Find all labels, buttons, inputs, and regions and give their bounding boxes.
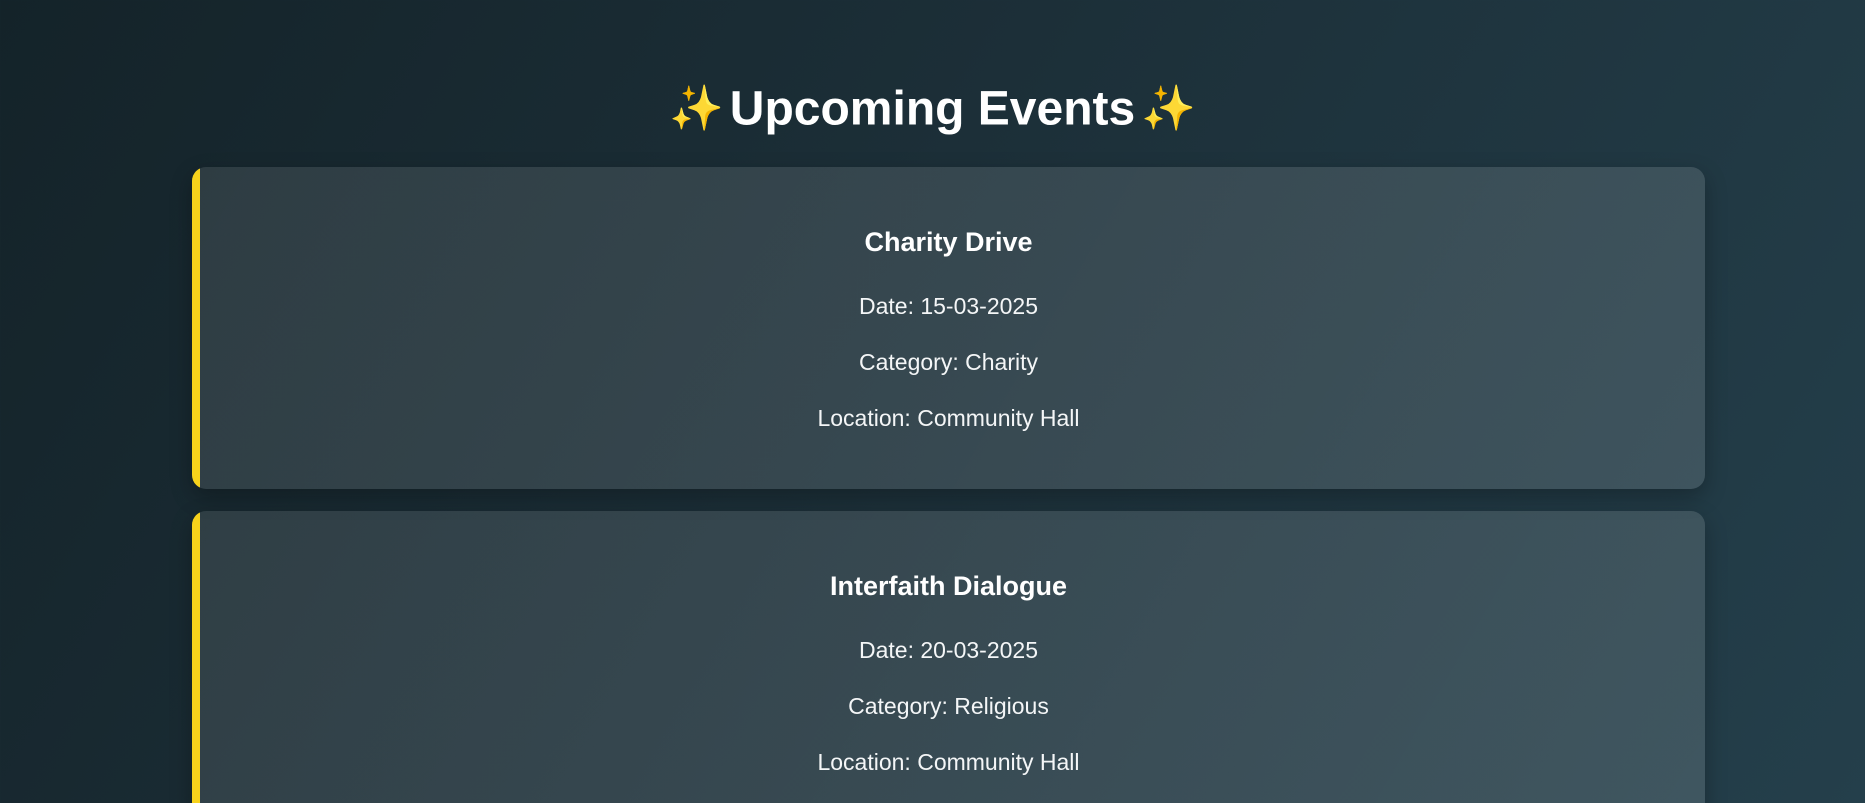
sparkle-icon: ✨ — [669, 84, 724, 134]
event-card: Interfaith Dialogue Date: 20-03-2025 Cat… — [192, 511, 1705, 803]
sparkle-icon: ✨ — [1141, 84, 1196, 134]
event-title: Interfaith Dialogue — [829, 571, 1067, 601]
page-title-text: Upcoming Events — [729, 82, 1136, 136]
event-card-accent-bar — [192, 167, 200, 489]
event-category: Category: Charity — [859, 349, 1038, 375]
event-location: Location: Community Hall — [817, 749, 1080, 775]
event-date: Date: 20-03-2025 — [858, 637, 1038, 663]
event-title: Charity Drive — [864, 227, 1033, 257]
event-date: Date: 15-03-2025 — [858, 293, 1038, 319]
event-location: Location: Community Hall — [817, 405, 1080, 431]
event-card: Charity Drive Date: 15-03-2025 Category:… — [192, 167, 1705, 489]
event-category: Category: Religious — [848, 693, 1049, 719]
page-title: ✨ Upcoming Events ✨ — [0, 72, 1865, 144]
